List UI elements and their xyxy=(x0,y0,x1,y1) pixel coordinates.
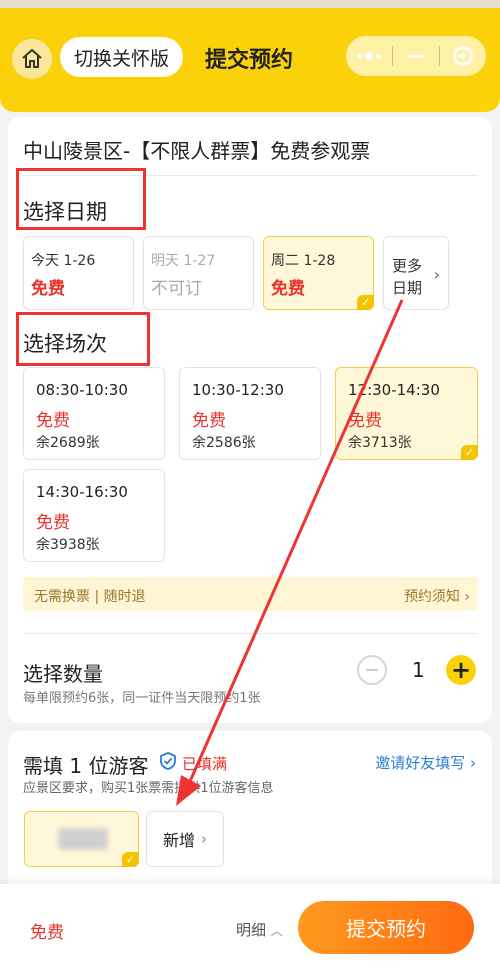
total-price: 免费 xyxy=(30,923,64,943)
home-button[interactable] xyxy=(12,39,52,79)
check-icon: ✓ xyxy=(461,445,478,460)
filled-status: 已填满 xyxy=(182,755,228,773)
add-visitor-button[interactable]: 新增 › xyxy=(146,811,224,867)
minimize-button[interactable] xyxy=(393,36,439,76)
more-button[interactable] xyxy=(346,36,392,76)
date-price: 免费 xyxy=(31,279,65,299)
price-detail-toggle[interactable]: 明细 ︿ xyxy=(236,919,283,940)
quantity-value: 1 xyxy=(412,658,425,682)
chevron-right-icon: › xyxy=(201,830,207,848)
visitor-title: 需填 1 位游客 xyxy=(23,754,149,778)
session-chip[interactable]: 14:30-16:30 免费 余3938张 xyxy=(23,469,165,562)
session-time: 12:30-14:30 xyxy=(348,381,440,399)
mini-program-capsule xyxy=(346,36,486,76)
more-dates-button[interactable]: 更多日期 › xyxy=(383,236,449,310)
home-icon xyxy=(22,49,42,68)
close-target-icon xyxy=(453,46,473,66)
submit-booking-button[interactable]: 提交预约 xyxy=(298,901,474,954)
session-time: 08:30-10:30 xyxy=(36,381,128,399)
header-bar: 切换关怀版 提交预约 xyxy=(0,0,500,112)
annotation-box-date xyxy=(16,168,146,230)
date-chip-today[interactable]: 今天 1-26 免费 xyxy=(23,236,134,310)
close-button[interactable] xyxy=(440,36,486,76)
date-label: 周二 1-28 xyxy=(271,253,336,269)
verified-shield-icon xyxy=(160,752,176,770)
session-chip[interactable]: 10:30-12:30 免费 余2586张 xyxy=(179,367,321,460)
session-remaining: 余3713张 xyxy=(348,435,412,451)
check-icon: ✓ xyxy=(357,295,374,310)
divider xyxy=(23,633,478,634)
quantity-increase-button[interactable]: + xyxy=(446,655,476,685)
session-chip[interactable]: 08:30-10:30 免费 余2689张 xyxy=(23,367,165,460)
session-price: 免费 xyxy=(36,411,70,431)
more-dates-label: 更多日期 xyxy=(392,257,423,297)
session-remaining: 余2586张 xyxy=(192,435,256,451)
plus-icon: + xyxy=(450,656,472,684)
visitor-hint: 应景区要求，购买1张票需提供1位游客信息 xyxy=(23,781,274,796)
date-label: 今天 1-26 xyxy=(31,253,96,269)
session-price: 免费 xyxy=(348,411,382,431)
session-price: 免费 xyxy=(192,411,226,431)
minimize-icon xyxy=(408,54,424,58)
booking-notice-link[interactable]: 预约须知 › xyxy=(404,586,470,606)
ticket-name: 中山陵景区-【不限人群票】免费参观票 xyxy=(23,139,371,163)
date-chip-tuesday[interactable]: 周二 1-28 免费 ✓ xyxy=(263,236,374,310)
session-chip-selected[interactable]: 12:30-14:30 免费 余3713张 ✓ xyxy=(335,367,478,460)
session-price: 免费 xyxy=(36,513,70,533)
quantity-decrease-button[interactable] xyxy=(357,655,387,685)
notice-text: 无需换票 | 随时退 xyxy=(34,589,146,605)
chevron-up-icon: ︿ xyxy=(270,924,283,938)
check-icon: ✓ xyxy=(122,852,139,867)
visitor-card-section: 需填 1 位游客 已填满 邀请好友填写 › 应景区要求，购买1张票需提供1位游客… xyxy=(8,731,492,891)
date-label: 明天 1-27 xyxy=(151,253,216,269)
date-price: 免费 xyxy=(271,279,305,299)
invite-friend-link[interactable]: 邀请好友填写 › xyxy=(375,752,476,773)
visitor-item[interactable]: ✓ xyxy=(24,811,139,867)
minus-icon xyxy=(366,669,378,671)
more-dots-icon xyxy=(357,52,381,60)
page-title: 提交预约 xyxy=(205,48,294,73)
date-price: 不可订 xyxy=(151,279,202,299)
session-time: 14:30-16:30 xyxy=(36,483,128,501)
session-time: 10:30-12:30 xyxy=(192,381,284,399)
notice-bar: 无需换票 | 随时退 预约须知 › xyxy=(23,577,478,611)
quantity-title: 选择数量 xyxy=(23,662,103,686)
date-chip-tomorrow[interactable]: 明天 1-27 不可订 xyxy=(143,236,254,310)
status-strip xyxy=(0,0,500,8)
bottom-action-bar: 免费 明细 ︿ 提交预约 xyxy=(0,884,500,970)
blurred-visitor-name xyxy=(58,828,108,850)
quantity-hint: 每单限预约6张，同一证件当天限预约1张 xyxy=(23,691,261,706)
session-remaining: 余3938张 xyxy=(36,537,100,553)
chevron-right-icon: › xyxy=(433,265,440,284)
care-mode-button[interactable]: 切换关怀版 xyxy=(60,37,184,77)
session-remaining: 余2689张 xyxy=(36,435,100,451)
annotation-box-session xyxy=(16,312,150,366)
